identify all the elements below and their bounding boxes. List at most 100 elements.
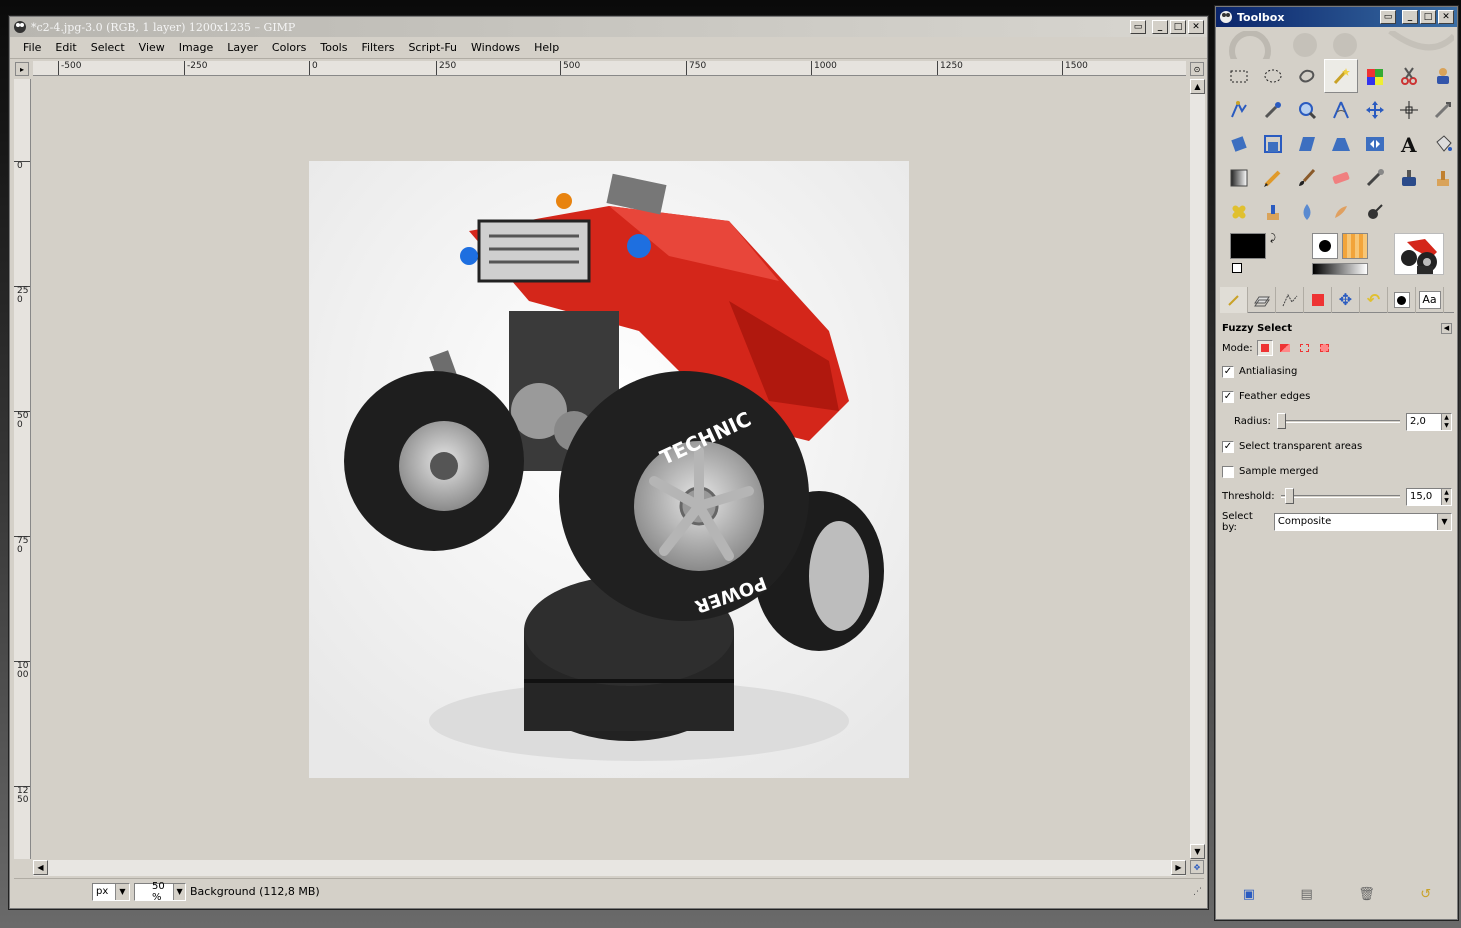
threshold-spinbox[interactable]: 15,0 ▲ ▼ [1406, 487, 1452, 506]
scissors-icon[interactable] [1392, 59, 1426, 93]
rotate-icon[interactable] [1222, 127, 1256, 161]
image-window-titlebar[interactable]: *c2-4.jpg-3.0 (RGB, 1 layer) 1200x1235 –… [10, 17, 1207, 37]
select-by-color-icon[interactable] [1358, 59, 1392, 93]
horizontal-ruler[interactable]: -500 -250 0 250 500 750 1000 1250 1500 [33, 61, 1186, 76]
brushes-tab[interactable] [1388, 287, 1416, 313]
perspective-icon[interactable] [1324, 127, 1358, 161]
image-menu-button[interactable]: ▸ [15, 62, 29, 76]
airbrush-icon[interactable] [1358, 161, 1392, 195]
flip-icon[interactable] [1358, 127, 1392, 161]
radius-slider-thumb[interactable] [1276, 413, 1286, 429]
perspective-clone-icon[interactable] [1256, 195, 1290, 229]
scroll-left-button[interactable]: ◀ [33, 860, 48, 875]
restore-options-icon[interactable]: ▤ [1301, 887, 1313, 902]
foreground-select-icon[interactable] [1426, 59, 1460, 93]
antialiasing-checkbox[interactable]: ✓ [1222, 365, 1234, 378]
layers-tab[interactable] [1248, 287, 1276, 313]
default-colors-icon[interactable] [1232, 263, 1242, 273]
ink-icon[interactable] [1392, 161, 1426, 195]
save-options-icon[interactable]: ▣ [1243, 887, 1255, 902]
scroll-down-button[interactable]: ▼ [1190, 844, 1205, 859]
menu-filters[interactable]: Filters [354, 41, 401, 54]
spin-arrows-icon[interactable]: ▲ ▼ [1441, 413, 1451, 430]
dodge-burn-icon[interactable] [1358, 195, 1392, 229]
zoom-icon[interactable] [1290, 93, 1324, 127]
radius-slider[interactable] [1276, 413, 1400, 429]
foreground-color-swatch[interactable] [1230, 233, 1266, 259]
vertical-scrollbar[interactable]: ▲ ▼ [1190, 79, 1205, 859]
brush-preview[interactable] [1312, 233, 1338, 259]
move-icon[interactable] [1358, 93, 1392, 127]
threshold-slider[interactable] [1280, 488, 1400, 504]
menu-colors[interactable]: Colors [265, 41, 313, 54]
scroll-right-button[interactable]: ▶ [1171, 860, 1186, 875]
menu-script-fu[interactable]: Script-Fu [401, 41, 464, 54]
close-button[interactable]: ✕ [1188, 20, 1204, 34]
resize-grip-icon[interactable]: ⋰ [1193, 887, 1202, 897]
reset-options-icon[interactable]: ↺ [1420, 887, 1431, 902]
smudge-icon[interactable] [1324, 195, 1358, 229]
mode-subtract-button[interactable] [1297, 340, 1313, 356]
gradient-preview[interactable] [1312, 263, 1368, 275]
tool-options-tab[interactable] [1220, 287, 1248, 313]
pencil-icon[interactable] [1256, 161, 1290, 195]
close-button[interactable]: ✕ [1438, 10, 1454, 24]
eraser-icon[interactable] [1324, 161, 1358, 195]
panel-menu-icon[interactable]: ◀ [1441, 322, 1452, 334]
mode-add-button[interactable] [1277, 340, 1293, 356]
active-image-thumbnail[interactable] [1394, 233, 1444, 275]
delete-options-icon[interactable]: 🗑 [1358, 887, 1375, 902]
ellipse-select-icon[interactable] [1256, 59, 1290, 93]
menu-image[interactable]: Image [172, 41, 220, 54]
color-picker-icon[interactable] [1256, 93, 1290, 127]
radius-spinbox[interactable]: 2,0 ▲ ▼ [1406, 412, 1452, 431]
restore-icon[interactable]: ▭ [1380, 10, 1396, 24]
menu-select[interactable]: Select [84, 41, 132, 54]
crop-icon[interactable] [1426, 93, 1460, 127]
menu-windows[interactable]: Windows [464, 41, 527, 54]
scroll-up-button[interactable]: ▲ [1190, 79, 1205, 94]
bucket-fill-icon[interactable] [1426, 127, 1460, 161]
minimize-button[interactable]: _ [1402, 10, 1418, 24]
shear-icon[interactable] [1290, 127, 1324, 161]
minimize-button[interactable]: _ [1152, 20, 1168, 34]
mode-replace-button[interactable] [1256, 340, 1273, 356]
menu-edit[interactable]: Edit [48, 41, 83, 54]
paths-tab[interactable] [1276, 287, 1304, 313]
image-photo[interactable]: TECHNIC POWER [309, 161, 909, 778]
paths-icon[interactable] [1222, 93, 1256, 127]
menu-view[interactable]: View [132, 41, 172, 54]
threshold-slider-thumb[interactable] [1284, 488, 1294, 504]
channels-tab[interactable] [1304, 287, 1332, 313]
undo-history-tab[interactable]: ↶ [1360, 287, 1388, 313]
clone-icon[interactable] [1426, 161, 1460, 195]
toolbox-titlebar[interactable]: Toolbox ▭ _ □ ✕ [1216, 7, 1457, 27]
free-select-icon[interactable] [1290, 59, 1324, 93]
select-by-dropdown[interactable]: Composite ▼ [1273, 512, 1452, 531]
fonts-tab[interactable]: Aa [1416, 287, 1444, 313]
rect-select-icon[interactable] [1222, 59, 1256, 93]
zoom-selector[interactable]: 50 % ▼ [134, 881, 186, 903]
menu-tools[interactable]: Tools [313, 41, 354, 54]
vertical-ruler[interactable]: 0 250 500 750 1000 1250 [14, 79, 31, 859]
image-canvas[interactable]: TECHNIC POWER [32, 79, 1185, 859]
zoom-to-fit-icon[interactable]: ⊙ [1190, 62, 1204, 76]
mode-intersect-button[interactable] [1317, 340, 1333, 356]
maximize-button[interactable]: □ [1420, 10, 1436, 24]
menu-help[interactable]: Help [527, 41, 566, 54]
paintbrush-icon[interactable] [1290, 161, 1324, 195]
measure-icon[interactable] [1324, 93, 1358, 127]
pointer-tab[interactable]: ✥ [1332, 287, 1360, 313]
menu-file[interactable]: File [16, 41, 48, 54]
blend-icon[interactable] [1222, 161, 1256, 195]
feather-edges-checkbox[interactable]: ✓ [1222, 390, 1234, 403]
spin-arrows-icon[interactable]: ▲ ▼ [1441, 488, 1451, 505]
heal-icon[interactable] [1222, 195, 1256, 229]
select-transparent-checkbox[interactable]: ✓ [1222, 440, 1234, 453]
restore-icon[interactable]: ▭ [1130, 20, 1146, 34]
navigate-icon[interactable]: ✥ [1190, 860, 1204, 874]
swap-colors-icon[interactable]: ⤸ [1270, 233, 1276, 244]
blur-icon[interactable] [1290, 195, 1324, 229]
scale-icon[interactable] [1256, 127, 1290, 161]
align-icon[interactable] [1392, 93, 1426, 127]
